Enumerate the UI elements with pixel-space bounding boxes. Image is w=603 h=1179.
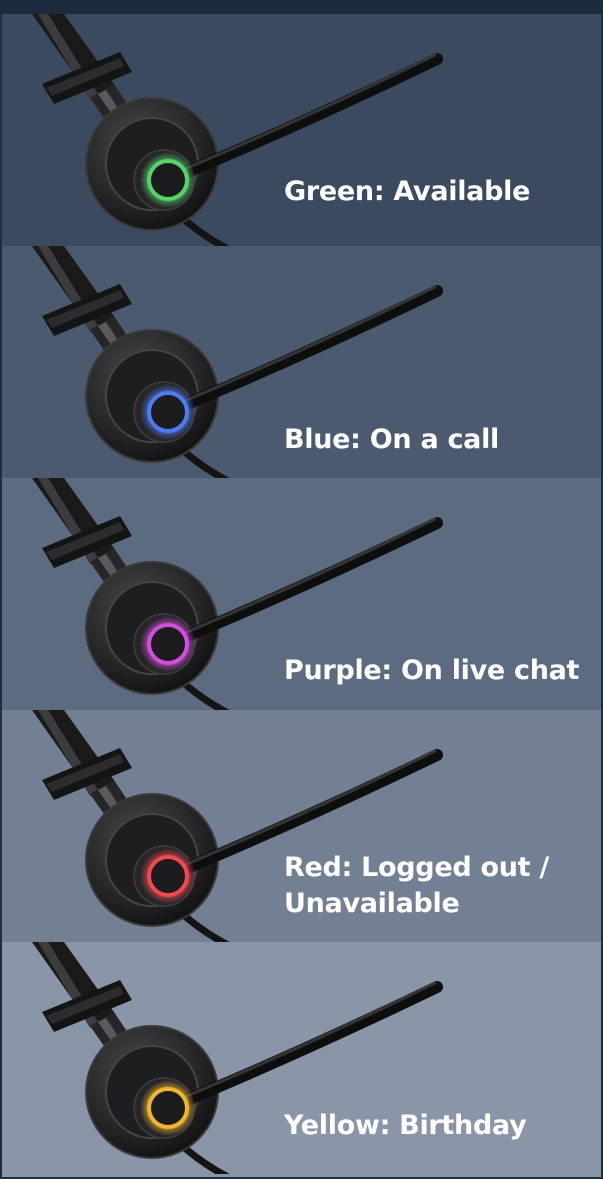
status-label-purple: Purple: On live chat (284, 655, 580, 686)
status-label-red: Red: Logged out / Unavailable (284, 852, 549, 919)
status-light-guide: Green: Available Blue: On a call Purple:… (0, 0, 603, 1179)
headset-green-image (2, 14, 601, 246)
status-label-blue: Blue: On a call (284, 424, 499, 455)
status-panel-purple: Purple: On live chat (2, 478, 601, 710)
status-panel-blue: Blue: On a call (2, 246, 601, 478)
status-panel-red: Red: Logged out / Unavailable (2, 710, 601, 942)
status-label-green: Green: Available (284, 176, 531, 207)
status-panel-green: Green: Available (2, 14, 601, 246)
status-panel-yellow: Yellow: Birthday (2, 942, 601, 1174)
status-label-yellow: Yellow: Birthday (284, 1110, 527, 1141)
